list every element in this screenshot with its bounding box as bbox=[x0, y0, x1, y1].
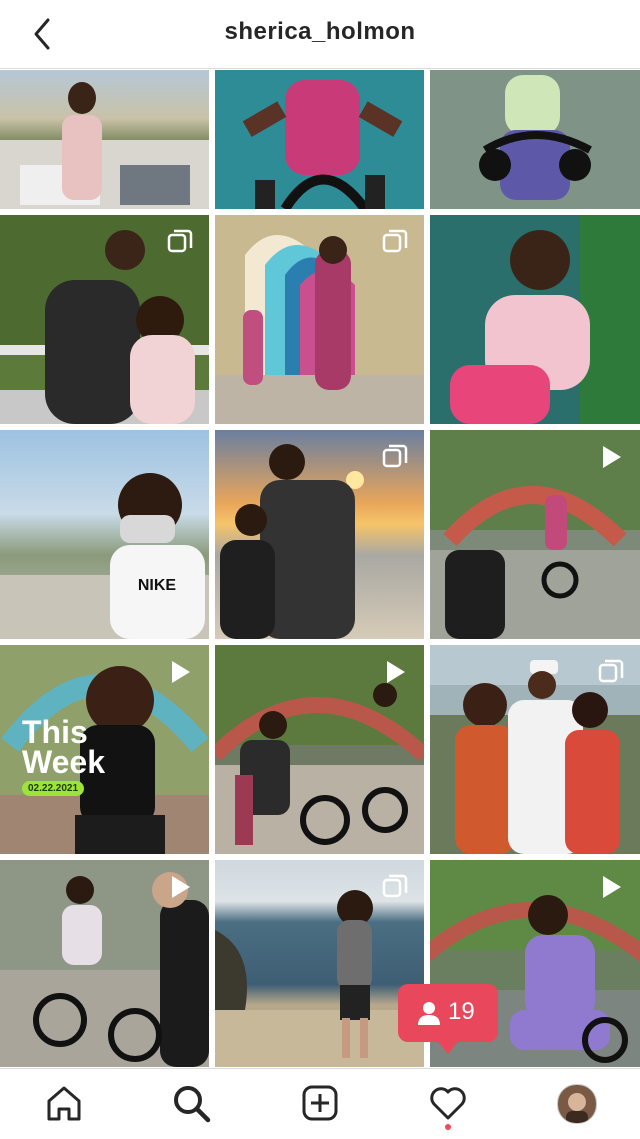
search-tab[interactable] bbox=[171, 1083, 211, 1123]
carousel-icon bbox=[382, 874, 408, 900]
activity-heart-icon bbox=[430, 1087, 466, 1120]
video-play-icon bbox=[167, 659, 193, 685]
shirt-text: NIKE bbox=[138, 577, 177, 594]
post-tile[interactable] bbox=[430, 70, 640, 209]
video-play-icon bbox=[598, 874, 624, 900]
post-tile[interactable]: NIKE bbox=[0, 430, 209, 639]
post-tile[interactable]: This Week 02.22.2021 bbox=[0, 645, 209, 854]
activity-dot bbox=[445, 1124, 451, 1130]
activity-tab[interactable] bbox=[428, 1083, 468, 1123]
post-image bbox=[0, 82, 209, 209]
carousel-icon bbox=[382, 444, 408, 470]
post-tile[interactable] bbox=[430, 215, 640, 424]
person-icon bbox=[418, 1002, 440, 1025]
video-play-icon bbox=[598, 444, 624, 470]
profile-avatar-image bbox=[558, 1085, 596, 1123]
profile-username: sherica_holmon bbox=[224, 18, 416, 45]
post-image: NIKE bbox=[0, 473, 209, 639]
this-week-caption: This Week bbox=[22, 716, 106, 780]
carousel-icon bbox=[167, 229, 193, 255]
post-tile[interactable] bbox=[215, 430, 424, 639]
post-tile[interactable] bbox=[430, 430, 640, 639]
profile-avatar[interactable] bbox=[557, 1084, 597, 1124]
post-tile[interactable] bbox=[0, 215, 209, 424]
header-bar: sherica_holmon bbox=[0, 0, 640, 69]
new-post-tab[interactable] bbox=[300, 1083, 340, 1123]
post-tile[interactable] bbox=[0, 860, 209, 1067]
post-image bbox=[430, 70, 640, 209]
post-tile[interactable] bbox=[215, 215, 424, 424]
new-followers-notification[interactable]: 19 bbox=[398, 984, 498, 1054]
bottom-nav bbox=[0, 1068, 640, 1139]
post-tile[interactable] bbox=[0, 70, 209, 209]
notification-count: 19 bbox=[448, 998, 475, 1025]
video-play-icon bbox=[382, 659, 408, 685]
carousel-icon bbox=[382, 229, 408, 255]
new-post-icon bbox=[302, 1085, 338, 1121]
post-tile[interactable] bbox=[215, 860, 424, 1067]
video-play-icon bbox=[167, 874, 193, 900]
post-tile[interactable] bbox=[430, 645, 640, 854]
this-week-line-2: Week bbox=[22, 744, 106, 780]
posts-grid: NIKE This Week 02.22.2021 bbox=[0, 70, 640, 1067]
home-icon bbox=[47, 1086, 81, 1121]
search-icon bbox=[174, 1086, 211, 1123]
carousel-icon bbox=[598, 659, 624, 685]
post-tile[interactable] bbox=[215, 645, 424, 854]
post-image bbox=[242, 80, 403, 209]
post-image bbox=[450, 215, 640, 424]
home-tab[interactable] bbox=[44, 1083, 84, 1123]
post-tile[interactable] bbox=[215, 70, 424, 209]
this-week-date: 02.22.2021 bbox=[22, 781, 85, 796]
